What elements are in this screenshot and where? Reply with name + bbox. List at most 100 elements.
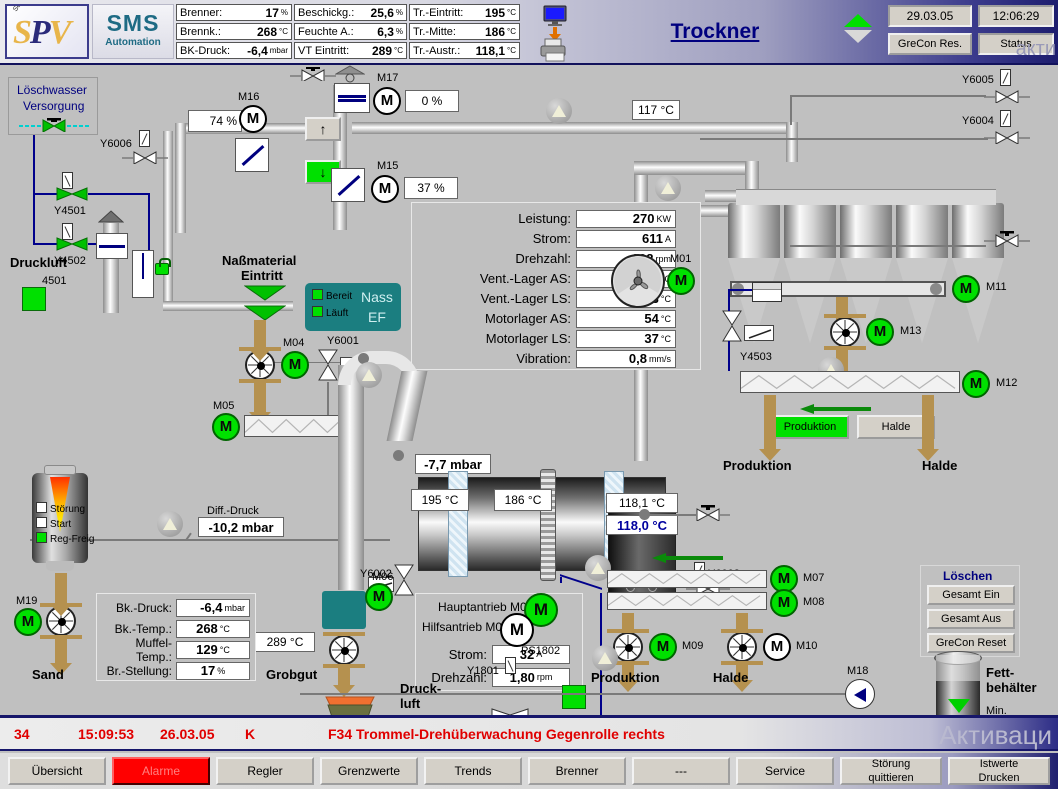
- gesamt-ein-button[interactable]: Gesamt Ein: [927, 585, 1015, 605]
- monitor-icon[interactable]: [542, 5, 568, 27]
- readout-brennkammer: Brennk.: 268 °C: [176, 23, 292, 40]
- fettbehaelter-label-2: behälter: [986, 680, 1037, 695]
- m05-motor-icon[interactable]: M: [212, 413, 240, 441]
- m04-motor-icon[interactable]: M: [281, 351, 309, 379]
- grecon-reset-button[interactable]: GreCon Reset: [927, 633, 1015, 653]
- drum-top-valve-icon[interactable]: [686, 505, 730, 521]
- m16-position-display: 74 %: [188, 110, 242, 132]
- stoerung-lamp-icon: [36, 502, 47, 513]
- nav-button-grenzwerte[interactable]: Grenzwerte: [320, 757, 418, 785]
- m03-motor-icon[interactable]: M: [500, 613, 534, 647]
- m15-damper-icon[interactable]: [331, 168, 365, 202]
- m09-motor-icon[interactable]: M: [649, 633, 677, 661]
- grecon-res-button[interactable]: GreCon Res.: [888, 33, 972, 55]
- printer-icon[interactable]: [538, 38, 570, 62]
- m12-direction-arrow-icon: [800, 401, 872, 411]
- header-readout-column-1: Brenner: 17 % Brennk.: 268 °C BK-Druck: …: [176, 4, 292, 59]
- route-produktion-button[interactable]: Produktion: [771, 415, 849, 439]
- material-flow-sand: [55, 639, 67, 664]
- brenner-panel-rows: Bk.-Druck: -6,4mbar Bk.-Temp.: 268°C Muf…: [100, 598, 254, 680]
- cyclone-bottom-valve-icon[interactable]: [984, 231, 1030, 247]
- bereit-lamp-icon: [312, 289, 323, 300]
- header-readout-column-2: Beschickg.: 25,6 % Feuchte A.: 6,3 % VT …: [294, 4, 407, 59]
- m06-tag-label: M06: [372, 571, 393, 583]
- y6005-valve-icon[interactable]: [984, 89, 1030, 103]
- y6004-valve-icon[interactable]: [984, 130, 1030, 144]
- nav-button-istwerte-drucken[interactable]: Istwerte Drucken: [948, 757, 1050, 785]
- ps1802-label: PS1802: [521, 645, 560, 657]
- fettbehaelter-label-1: Fett-: [986, 665, 1014, 680]
- m07-screw-conveyor: [607, 570, 767, 588]
- m17-damper-icon[interactable]: [334, 83, 370, 113]
- nassmaterial-label-1: Naßmaterial: [222, 253, 296, 268]
- line-y4503-box: [728, 289, 754, 291]
- scroll-up-arrow-icon[interactable]: [844, 14, 872, 27]
- nav-button-trends[interactable]: Trends: [424, 757, 522, 785]
- druckluft-status-indicator[interactable]: [22, 287, 46, 311]
- temp-195-display: 195 °C: [411, 489, 469, 511]
- m08-motor-icon[interactable]: M: [770, 589, 798, 617]
- ps1802-indicator[interactable]: [562, 685, 586, 709]
- readout-brenner: Brenner: 17 %: [176, 4, 292, 21]
- nav-button-regler[interactable]: Regler: [216, 757, 314, 785]
- m17-motor-icon[interactable]: M: [373, 87, 401, 115]
- y6001-label: Y6001: [327, 335, 359, 347]
- bereit-status: Bereit: [312, 289, 352, 302]
- m18-pump-icon[interactable]: [845, 679, 875, 709]
- m13-rotary-valve-icon[interactable]: [830, 317, 860, 347]
- y6006-valve-icon[interactable]: [122, 150, 168, 164]
- loeschen-panel: Löschen Gesamt Ein Gesamt Aus GreCon Res…: [920, 565, 1020, 657]
- m15-motor-icon[interactable]: M: [371, 175, 399, 203]
- nav-button-blank[interactable]: ---: [632, 757, 730, 785]
- y4501-valve-icon[interactable]: [53, 187, 91, 201]
- m10-rotary-valve-icon[interactable]: [727, 632, 757, 662]
- m01-motor-icon[interactable]: M: [667, 267, 695, 295]
- nav-button-service[interactable]: Service: [736, 757, 834, 785]
- fettbehaelter-level: [936, 655, 980, 681]
- alarm-bar[interactable]: 34 15:09:53 26.03.05 K F34 Trommel-Drehü…: [0, 715, 1058, 751]
- nav-button-alarme[interactable]: Alarme: [112, 757, 210, 785]
- tag-4501-label: 4501: [42, 275, 66, 287]
- m06-motor-icon[interactable]: M: [365, 583, 393, 611]
- y6001-valve-icon[interactable]: [318, 348, 338, 382]
- ef-label: EF: [368, 309, 386, 325]
- m09-flange-top: [607, 629, 649, 633]
- line-y6001-down: [327, 382, 329, 418]
- m16-motor-icon[interactable]: M: [239, 105, 267, 133]
- halde-label-right: Halde: [922, 458, 957, 473]
- m11-motor-icon[interactable]: M: [952, 275, 980, 303]
- panel-row: Bk.-Druck: -6,4mbar: [100, 598, 254, 617]
- gesamt-aus-button[interactable]: Gesamt Aus: [927, 609, 1015, 629]
- y6005-label: Y6005: [962, 74, 994, 86]
- m06-rotary-valve-icon[interactable]: [329, 635, 359, 665]
- y6002-valve-icon[interactable]: [394, 563, 414, 597]
- nav-button-brenner[interactable]: Brenner: [528, 757, 626, 785]
- scroll-down-arrow-icon[interactable]: [844, 30, 872, 43]
- brennkammer-cap: [44, 465, 76, 475]
- y4502-valve-icon[interactable]: [53, 237, 91, 251]
- nav-button-stoerung-quittieren[interactable]: Störung quittieren: [840, 757, 942, 785]
- riser-duct: [338, 365, 364, 590]
- line-y4503-down: [728, 341, 730, 371]
- nass-ef-status-panel[interactable]: Bereit Läuft Nass EF: [305, 283, 401, 331]
- line-drum-ctrl-1: [560, 577, 562, 583]
- top-valve-icon[interactable]: [290, 67, 336, 81]
- arrow-up-button[interactable]: ↑: [305, 117, 341, 141]
- cyclone-4: [896, 203, 948, 343]
- y4503-valve-icon[interactable]: [722, 309, 742, 343]
- spv-logo-subtext: Schellmann Piel: [12, 4, 47, 13]
- line-y6005-down: [790, 95, 792, 125]
- nav-button-uebersicht[interactable]: Übersicht: [8, 757, 106, 785]
- duct-temp-display: 117 °C: [632, 100, 680, 120]
- readout-tr-austritt: Tr.-Austr.: 118,1 °C: [409, 42, 520, 59]
- m10-motor-icon[interactable]: M: [763, 633, 791, 661]
- loeschwasser-line2: Versorgung: [23, 99, 84, 113]
- loeschwasser-valve-icon[interactable]: [19, 118, 89, 132]
- vent-hat-icon: [335, 65, 365, 83]
- y6006-status-badge: [139, 130, 150, 147]
- m12-motor-icon[interactable]: M: [962, 370, 990, 398]
- loeschwasser-line1: Löschwasser: [17, 83, 87, 97]
- m16-damper-icon[interactable]: [235, 138, 269, 172]
- m13-motor-icon[interactable]: M: [866, 318, 894, 346]
- m19-motor-icon[interactable]: M: [14, 608, 42, 636]
